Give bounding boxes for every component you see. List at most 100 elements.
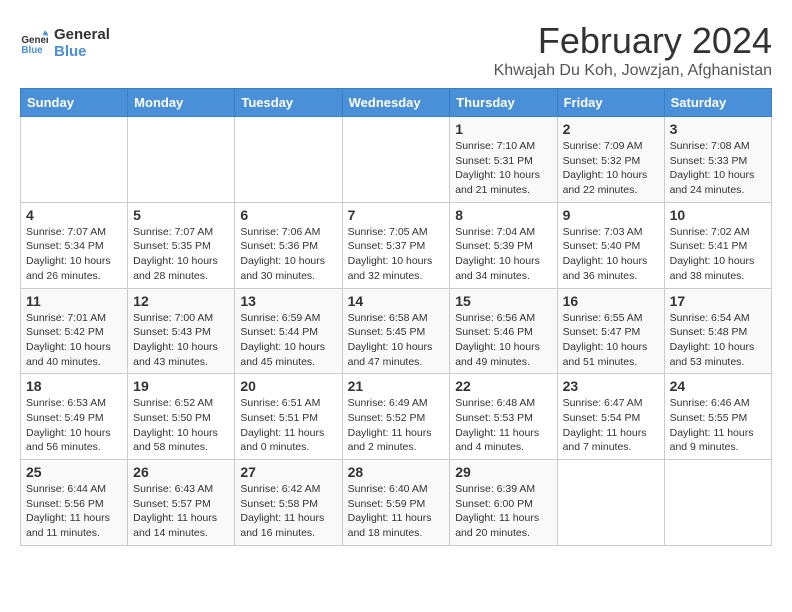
month-title: February 2024 bbox=[494, 20, 772, 62]
calendar-cell bbox=[342, 117, 450, 203]
calendar-cell: 16Sunrise: 6:55 AM Sunset: 5:47 PM Dayli… bbox=[557, 288, 664, 374]
calendar-cell bbox=[557, 460, 664, 546]
calendar-cell: 23Sunrise: 6:47 AM Sunset: 5:54 PM Dayli… bbox=[557, 374, 664, 460]
day-number: 23 bbox=[563, 378, 659, 394]
calendar-cell: 29 Sunrise: 6:39 AM Sunset: 6:00 PM Dayli… bbox=[450, 460, 557, 546]
calendar-cell: 7Sunrise: 7:05 AM Sunset: 5:37 PM Daylig… bbox=[342, 202, 450, 288]
calendar-cell: 10 Sunrise: 7:02 AM Sunset: 5:41 PM Dayli… bbox=[664, 202, 771, 288]
calendar-cell: 5Sunrise: 7:07 AM Sunset: 5:35 PM Daylig… bbox=[128, 202, 235, 288]
calendar-cell: 26 Sunrise: 6:43 AM Sunset: 5:57 PM Dayli… bbox=[128, 460, 235, 546]
calendar-cell: 15 Sunrise: 6:56 AM Sunset: 5:46 PM Dayli… bbox=[450, 288, 557, 374]
header-cell-saturday: Saturday bbox=[664, 89, 771, 117]
header-cell-friday: Friday bbox=[557, 89, 664, 117]
day-number: 4 bbox=[26, 207, 122, 223]
day-info: Sunrise: 6:52 AM Sunset: 5:50 PM Dayligh… bbox=[133, 396, 229, 455]
header-cell-tuesday: Tuesday bbox=[235, 89, 342, 117]
calendar-cell: 20Sunrise: 6:51 AM Sunset: 5:51 PM Dayli… bbox=[235, 374, 342, 460]
calendar-cell: 13Sunrise: 6:59 AM Sunset: 5:44 PM Dayli… bbox=[235, 288, 342, 374]
day-number: 9 bbox=[563, 207, 659, 223]
day-number: 27 bbox=[240, 464, 336, 480]
calendar-cell: 1 Sunrise: 7:10 AM Sunset: 5:31 PM Daylig… bbox=[450, 117, 557, 203]
day-info: Sunrise: 6:39 AM Sunset: 6:00 PM Dayligh… bbox=[455, 482, 551, 541]
calendar-week-row: 25 Sunrise: 6:44 AM Sunset: 5:56 PM Dayli… bbox=[21, 460, 772, 546]
calendar-week-row: 18 Sunrise: 6:53 AM Sunset: 5:49 PM Dayli… bbox=[21, 374, 772, 460]
day-number: 3 bbox=[670, 121, 766, 137]
location-title: Khwajah Du Koh, Jowzjan, Afghanistan bbox=[494, 62, 772, 80]
day-info: Sunrise: 7:02 AM Sunset: 5:41 PM Dayligh… bbox=[670, 225, 766, 284]
day-info: Sunrise: 6:59 AM Sunset: 5:44 PM Dayligh… bbox=[240, 311, 336, 370]
calendar-cell: 4 Sunrise: 7:07 AM Sunset: 5:34 PM Daylig… bbox=[21, 202, 128, 288]
day-number: 8 bbox=[455, 207, 551, 223]
day-number: 25 bbox=[26, 464, 122, 480]
calendar-cell: 17 Sunrise: 6:54 AM Sunset: 5:48 PM Dayli… bbox=[664, 288, 771, 374]
header-cell-monday: Monday bbox=[128, 89, 235, 117]
calendar-cell: 21 Sunrise: 6:49 AM Sunset: 5:52 PM Dayli… bbox=[342, 374, 450, 460]
day-number: 1 bbox=[455, 121, 551, 137]
calendar-cell: 14Sunrise: 6:58 AM Sunset: 5:45 PM Dayli… bbox=[342, 288, 450, 374]
logo-line1: General bbox=[54, 26, 110, 43]
day-info: Sunrise: 6:49 AM Sunset: 5:52 PM Dayligh… bbox=[348, 396, 445, 455]
calendar-week-row: 11Sunrise: 7:01 AM Sunset: 5:42 PM Dayli… bbox=[21, 288, 772, 374]
day-info: Sunrise: 6:51 AM Sunset: 5:51 PM Dayligh… bbox=[240, 396, 336, 455]
calendar-week-row: 4 Sunrise: 7:07 AM Sunset: 5:34 PM Daylig… bbox=[21, 202, 772, 288]
day-number: 24 bbox=[670, 378, 766, 394]
calendar-cell bbox=[235, 117, 342, 203]
calendar-table: SundayMondayTuesdayWednesdayThursdayFrid… bbox=[20, 88, 772, 546]
day-info: Sunrise: 7:09 AM Sunset: 5:32 PM Dayligh… bbox=[563, 139, 659, 198]
day-info: Sunrise: 7:07 AM Sunset: 5:34 PM Dayligh… bbox=[26, 225, 122, 284]
header-cell-wednesday: Wednesday bbox=[342, 89, 450, 117]
day-number: 10 bbox=[670, 207, 766, 223]
calendar-week-row: 1 Sunrise: 7:10 AM Sunset: 5:31 PM Daylig… bbox=[21, 117, 772, 203]
logo-icon: General Blue bbox=[20, 29, 48, 57]
calendar-cell: 18 Sunrise: 6:53 AM Sunset: 5:49 PM Dayli… bbox=[21, 374, 128, 460]
calendar-cell: 19 Sunrise: 6:52 AM Sunset: 5:50 PM Dayli… bbox=[128, 374, 235, 460]
day-info: Sunrise: 6:44 AM Sunset: 5:56 PM Dayligh… bbox=[26, 482, 122, 541]
calendar-cell bbox=[21, 117, 128, 203]
calendar-cell: 8 Sunrise: 7:04 AM Sunset: 5:39 PM Daylig… bbox=[450, 202, 557, 288]
title-section: February 2024 Khwajah Du Koh, Jowzjan, A… bbox=[494, 20, 772, 80]
day-info: Sunrise: 6:53 AM Sunset: 5:49 PM Dayligh… bbox=[26, 396, 122, 455]
calendar-cell: 11Sunrise: 7:01 AM Sunset: 5:42 PM Dayli… bbox=[21, 288, 128, 374]
day-number: 11 bbox=[26, 293, 122, 309]
day-info: Sunrise: 6:54 AM Sunset: 5:48 PM Dayligh… bbox=[670, 311, 766, 370]
day-info: Sunrise: 7:04 AM Sunset: 5:39 PM Dayligh… bbox=[455, 225, 551, 284]
day-info: Sunrise: 7:08 AM Sunset: 5:33 PM Dayligh… bbox=[670, 139, 766, 198]
calendar-cell: 22Sunrise: 6:48 AM Sunset: 5:53 PM Dayli… bbox=[450, 374, 557, 460]
day-info: Sunrise: 6:42 AM Sunset: 5:58 PM Dayligh… bbox=[240, 482, 336, 541]
svg-text:Blue: Blue bbox=[21, 45, 43, 56]
day-number: 15 bbox=[455, 293, 551, 309]
day-number: 21 bbox=[348, 378, 445, 394]
calendar-cell bbox=[128, 117, 235, 203]
header-row: SundayMondayTuesdayWednesdayThursdayFrid… bbox=[21, 89, 772, 117]
day-number: 7 bbox=[348, 207, 445, 223]
calendar-cell: 12Sunrise: 7:00 AM Sunset: 5:43 PM Dayli… bbox=[128, 288, 235, 374]
day-info: Sunrise: 7:03 AM Sunset: 5:40 PM Dayligh… bbox=[563, 225, 659, 284]
header-cell-sunday: Sunday bbox=[21, 89, 128, 117]
day-number: 28 bbox=[348, 464, 445, 480]
calendar-cell: 2 Sunrise: 7:09 AM Sunset: 5:32 PM Daylig… bbox=[557, 117, 664, 203]
calendar-cell: 6Sunrise: 7:06 AM Sunset: 5:36 PM Daylig… bbox=[235, 202, 342, 288]
calendar-cell: 28 Sunrise: 6:40 AM Sunset: 5:59 PM Dayli… bbox=[342, 460, 450, 546]
day-number: 5 bbox=[133, 207, 229, 223]
day-info: Sunrise: 6:48 AM Sunset: 5:53 PM Dayligh… bbox=[455, 396, 551, 455]
day-info: Sunrise: 6:43 AM Sunset: 5:57 PM Dayligh… bbox=[133, 482, 229, 541]
day-number: 26 bbox=[133, 464, 229, 480]
logo: General Blue General Blue bbox=[20, 26, 110, 61]
calendar-cell: 3 Sunrise: 7:08 AM Sunset: 5:33 PM Daylig… bbox=[664, 117, 771, 203]
day-number: 19 bbox=[133, 378, 229, 394]
page-header: General Blue General Blue February 2024 … bbox=[20, 20, 772, 80]
calendar-cell: 25 Sunrise: 6:44 AM Sunset: 5:56 PM Dayli… bbox=[21, 460, 128, 546]
calendar-cell bbox=[664, 460, 771, 546]
day-info: Sunrise: 6:40 AM Sunset: 5:59 PM Dayligh… bbox=[348, 482, 445, 541]
day-number: 18 bbox=[26, 378, 122, 394]
day-number: 17 bbox=[670, 293, 766, 309]
header-cell-thursday: Thursday bbox=[450, 89, 557, 117]
day-info: Sunrise: 7:10 AM Sunset: 5:31 PM Dayligh… bbox=[455, 139, 551, 198]
day-info: Sunrise: 7:06 AM Sunset: 5:36 PM Dayligh… bbox=[240, 225, 336, 284]
day-info: Sunrise: 6:56 AM Sunset: 5:46 PM Dayligh… bbox=[455, 311, 551, 370]
day-number: 29 bbox=[455, 464, 551, 480]
day-info: Sunrise: 7:00 AM Sunset: 5:43 PM Dayligh… bbox=[133, 311, 229, 370]
calendar-cell: 24 Sunrise: 6:46 AM Sunset: 5:55 PM Dayli… bbox=[664, 374, 771, 460]
day-number: 2 bbox=[563, 121, 659, 137]
day-info: Sunrise: 6:46 AM Sunset: 5:55 PM Dayligh… bbox=[670, 396, 766, 455]
